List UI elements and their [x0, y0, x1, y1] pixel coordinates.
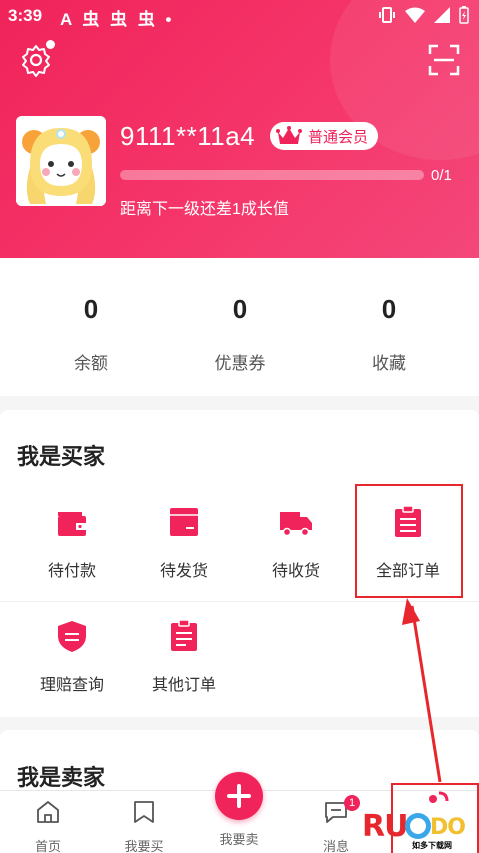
bookmark-icon	[134, 801, 154, 823]
order-label: 待收货	[271, 563, 320, 580]
order-label: 其他订单	[151, 677, 216, 694]
username: 9111**11a4	[120, 121, 256, 151]
order-label: 理赔查询	[39, 677, 104, 694]
stat-value: 0	[232, 294, 248, 324]
cartoon-avatar-image	[16, 116, 106, 206]
order-label: 待付款	[47, 563, 96, 580]
stat-balance[interactable]: 0 余额	[31, 294, 151, 374]
avatar[interactable]	[16, 116, 106, 206]
seller-section-title: 我是卖家	[17, 765, 106, 790]
stat-favorites[interactable]: 0 收藏	[329, 294, 449, 374]
scan-icon[interactable]	[428, 44, 460, 76]
tab-label: 首页	[34, 839, 61, 853]
account-stats: 0 余额 0 优惠券 0 收藏	[0, 258, 479, 396]
tab-label: 我要买	[124, 839, 164, 853]
message-count-badge: 1	[344, 795, 360, 811]
growth-progress-text: 0/1	[431, 167, 452, 184]
member-level-badge[interactable]: 普通会员	[270, 122, 378, 150]
status-bar: 3:39 A 虫 虫 虫 •	[0, 0, 479, 32]
battery-icon	[459, 6, 469, 24]
order-pending-shipment[interactable]: 待发货	[134, 504, 234, 581]
wallet-icon	[58, 512, 86, 536]
order-label: 待发货	[159, 563, 208, 580]
watermark-subtext: 如多下载网	[412, 840, 452, 850]
status-notifications: A 虫 虫 虫 •	[60, 10, 175, 29]
order-pending-payment[interactable]: 待付款	[22, 504, 122, 581]
stat-label: 收藏	[372, 354, 406, 373]
plus-icon	[227, 784, 251, 808]
tab-buy[interactable]: 我要买	[104, 799, 184, 853]
home-icon	[37, 801, 59, 823]
stat-value: 0	[381, 294, 397, 324]
vibrate-icon	[379, 7, 395, 23]
buyer-section-title: 我是买家	[17, 444, 106, 469]
section-divider	[0, 601, 479, 602]
growth-progress-bar	[120, 170, 424, 180]
wifi-icon	[405, 7, 425, 23]
stat-label: 余额	[74, 354, 108, 373]
svg-text:RU: RU	[362, 809, 407, 844]
growth-hint: 距离下一级还差1成长值	[120, 201, 289, 218]
signal-icon	[434, 7, 450, 23]
crown-icon	[276, 126, 302, 144]
shield-icon	[58, 621, 86, 652]
status-icons	[378, 6, 469, 24]
svg-text:DO: DO	[430, 815, 465, 840]
truck-icon	[280, 512, 312, 537]
highlight-box-all-orders	[355, 484, 463, 598]
box-icon	[170, 508, 198, 536]
stat-coupons[interactable]: 0 优惠券	[180, 294, 300, 374]
tab-sell-label: 我要卖	[219, 832, 259, 847]
stat-value: 0	[83, 294, 99, 324]
claims-inquiry[interactable]: 理赔查询	[22, 618, 122, 695]
profile-header: 3:39 A 虫 虫 虫 • 9111**11a4 普通会员 0/1 距离下一级…	[0, 0, 479, 258]
stat-label: 优惠券	[214, 354, 266, 373]
settings-notification-dot	[46, 40, 55, 49]
buyer-section: 我是买家 待付款 待发货 待收货 全部订单 理赔查询 其他订单	[0, 410, 479, 717]
status-time: 3:39	[8, 6, 43, 25]
watermark-graphic: RU DO 如多下载网	[362, 809, 466, 850]
tab-home[interactable]: 首页	[8, 799, 88, 853]
member-level-label: 普通会员	[308, 128, 369, 146]
order-pending-receipt[interactable]: 待收货	[246, 504, 346, 581]
tab-sell-button[interactable]	[215, 772, 263, 820]
order-other[interactable]: 其他订单	[134, 618, 234, 695]
clipboard-list-icon	[171, 619, 197, 651]
watermark-logo: RU DO 如多下载网	[360, 800, 478, 852]
